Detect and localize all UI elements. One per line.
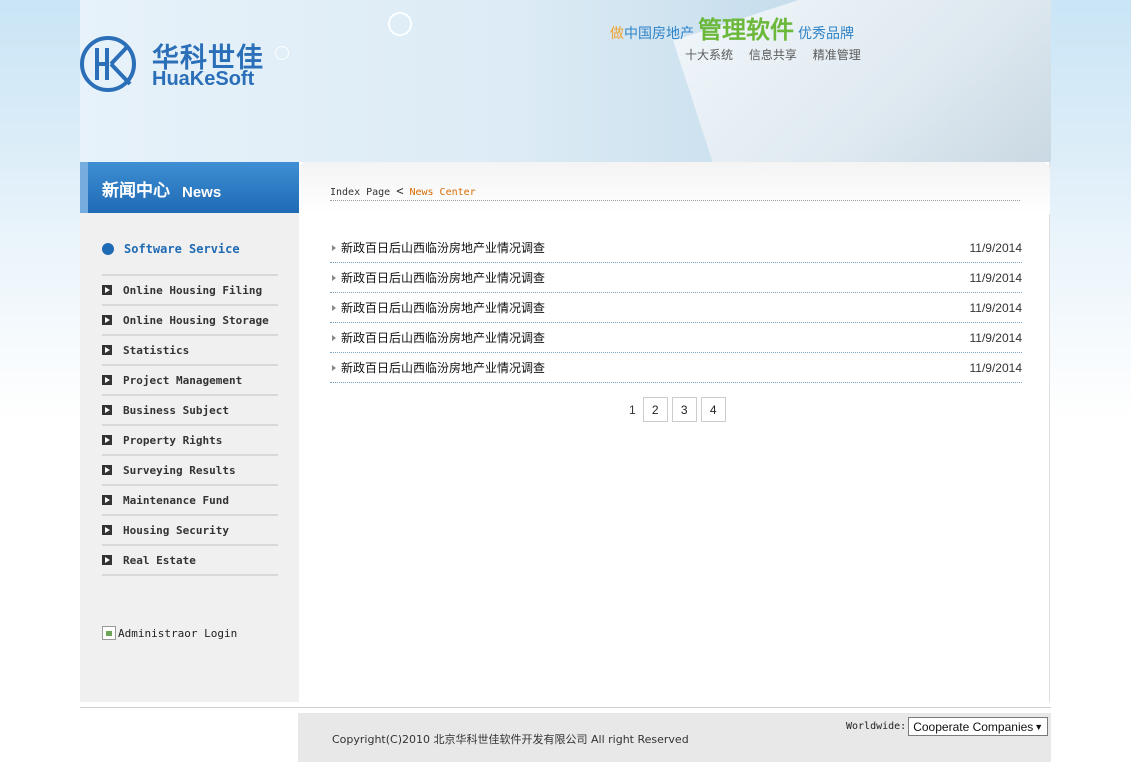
pagination-page-3[interactable]: 3	[671, 397, 697, 422]
pagination: 1 2 3 4	[629, 397, 726, 422]
slogan-part-3: 管理软件	[698, 16, 794, 44]
admin-login-link[interactable]: Administraor Login	[102, 626, 237, 640]
triangle-right-icon	[332, 364, 336, 371]
pagination-page-2[interactable]: 2	[642, 397, 668, 422]
feature-1: 十大系统	[685, 48, 734, 62]
news-list: 新政百日后山西临汾房地产业情况调查 11/9/2014 新政百日后山西临汾房地产业…	[330, 233, 1022, 383]
sidebar-item-label: Surveying Results	[123, 463, 236, 477]
triangle-right-icon	[332, 304, 336, 311]
feature-2: 信息共享	[748, 48, 797, 62]
sidebar-title: 新闻中心 News	[80, 162, 299, 213]
news-date: 11/9/2014	[969, 300, 1023, 315]
worldwide-selected-value: Cooperate Companies	[913, 719, 1034, 734]
feature-tagline: 十大系统 信息共享 精准管理	[685, 46, 873, 63]
sidebar-item-label: Business Subject	[123, 403, 229, 417]
site-logo[interactable]: 华科世佳 HuaKeSoft	[80, 30, 300, 100]
sidebar-item-label: Online Housing Storage	[123, 313, 269, 327]
play-bullet-icon	[102, 555, 112, 565]
sidebar: 新闻中心 News Software Service Online Housin…	[80, 162, 299, 702]
sidebar-item-label: Project Management	[123, 373, 243, 387]
news-item[interactable]: 新政百日后山西临汾房地产业情况调查 11/9/2014	[330, 353, 1022, 383]
sidebar-item[interactable]: Business Subject	[102, 396, 278, 426]
news-title: 新政百日后山西临汾房地产业情况调查	[341, 331, 546, 345]
news-item[interactable]: 新政百日后山西临汾房地产业情况调查 11/9/2014	[330, 323, 1022, 353]
sidebar-menu: Online Housing Filing Online Housing Sto…	[102, 274, 278, 576]
sidebar-item[interactable]: Statistics	[102, 336, 278, 366]
triangle-right-icon	[332, 274, 336, 281]
breadcrumb-current: News Center	[409, 187, 476, 198]
sidebar-item[interactable]: Housing Security	[102, 516, 278, 546]
worldwide-label: Worldwide:	[846, 721, 907, 732]
sidebar-section-heading[interactable]: Software Service	[102, 242, 240, 256]
play-bullet-icon	[102, 405, 112, 415]
play-bullet-icon	[102, 285, 112, 295]
footer-divider	[80, 707, 1051, 708]
slogan-part-4: 优秀品牌	[798, 26, 854, 42]
news-date: 11/9/2014	[969, 330, 1023, 345]
sidebar-item[interactable]: Property Rights	[102, 426, 278, 456]
feature-3: 精准管理	[812, 48, 861, 62]
sidebar-item[interactable]: Surveying Results	[102, 456, 278, 486]
slogan-part-1: 做	[610, 26, 624, 42]
worldwide-select[interactable]: Cooperate Companies ▼	[908, 717, 1049, 736]
news-item[interactable]: 新政百日后山西临汾房地产业情况调查 11/9/2014	[330, 263, 1022, 293]
news-title: 新政百日后山西临汾房地产业情况调查	[341, 361, 546, 375]
logo-english-name: HuaKeSoft	[152, 68, 255, 90]
breadcrumb-divider	[330, 200, 1020, 201]
header-banner: 华科世佳 HuaKeSoft 做中国房地产 管理软件 优秀品牌 十大系统 信息共享 …	[80, 0, 1051, 162]
broken-image-icon	[102, 626, 116, 640]
sidebar-item[interactable]: Real Estate	[102, 546, 278, 576]
breadcrumb: Index Page < News Center	[330, 184, 476, 198]
sidebar-item-label: Statistics	[123, 343, 190, 357]
play-bullet-icon	[102, 465, 112, 475]
sidebar-item-label: Real Estate	[123, 553, 196, 567]
copyright-text: Copyright(C)2010 北京华科世佳软件开发有限公司 All righ…	[332, 733, 689, 746]
news-item[interactable]: 新政百日后山西临汾房地产业情况调查 11/9/2014	[330, 233, 1022, 263]
news-date: 11/9/2014	[969, 240, 1023, 255]
sidebar-section-label: Software Service	[124, 242, 240, 256]
sidebar-item-label: Online Housing Filing	[123, 283, 263, 297]
play-bullet-icon	[102, 435, 112, 445]
sidebar-item-label: Housing Security	[123, 523, 229, 537]
pagination-page-4[interactable]: 4	[700, 397, 726, 422]
banner-bubble	[388, 12, 412, 36]
sidebar-item[interactable]: Maintenance Fund	[102, 486, 278, 516]
footer: Copyright(C)2010 北京华科世佳软件开发有限公司 All righ…	[298, 713, 1051, 762]
news-title: 新政百日后山西临汾房地产业情况调查	[341, 241, 546, 255]
play-bullet-icon	[102, 495, 112, 505]
news-title: 新政百日后山西临汾房地产业情况调查	[341, 271, 546, 285]
play-bullet-icon	[102, 315, 112, 325]
sidebar-item-label: Maintenance Fund	[123, 493, 229, 507]
breadcrumb-home[interactable]: Index Page	[330, 187, 390, 198]
sidebar-item-label: Property Rights	[123, 433, 223, 447]
circle-dot-icon	[102, 243, 114, 255]
play-bullet-icon	[102, 525, 112, 535]
triangle-right-icon	[332, 334, 336, 341]
news-date: 11/9/2014	[969, 270, 1023, 285]
sidebar-title-cn: 新闻中心	[102, 181, 170, 201]
main-content: Index Page < News Center 新政百日后山西临汾房地产业情况调查…	[299, 162, 1050, 702]
worldwide-selector: Worldwide: Cooperate Companies ▼	[846, 717, 1049, 736]
pagination-current: 1	[629, 402, 636, 417]
slogan: 做中国房地产 管理软件 优秀品牌	[610, 10, 854, 45]
hk-logo-icon	[80, 36, 136, 92]
news-title: 新政百日后山西临汾房地产业情况调查	[341, 301, 546, 315]
sidebar-item[interactable]: Online Housing Storage	[102, 306, 278, 336]
caret-down-icon: ▼	[1034, 721, 1044, 732]
sidebar-title-en: News	[182, 184, 222, 201]
sidebar-item[interactable]: Online Housing Filing	[102, 276, 278, 306]
triangle-right-icon	[332, 244, 336, 251]
sidebar-item[interactable]: Project Management	[102, 366, 278, 396]
news-date: 11/9/2014	[969, 360, 1023, 375]
slogan-part-2: 中国房地产	[624, 26, 694, 42]
news-item[interactable]: 新政百日后山西临汾房地产业情况调查 11/9/2014	[330, 293, 1022, 323]
admin-login-alt-text: Administraor Login	[118, 626, 238, 640]
breadcrumb-separator: <	[396, 184, 404, 198]
play-bullet-icon	[102, 375, 112, 385]
play-bullet-icon	[102, 345, 112, 355]
